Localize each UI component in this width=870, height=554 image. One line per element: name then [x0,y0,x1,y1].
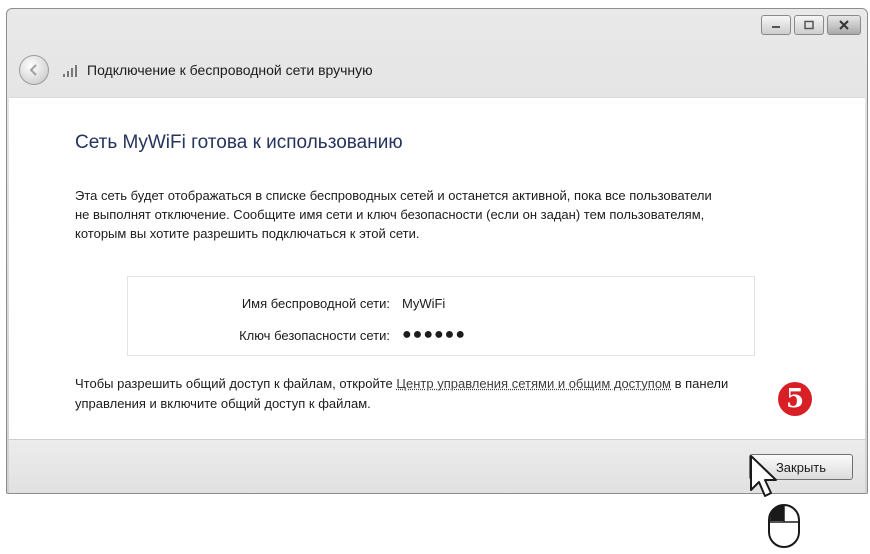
close-window-button[interactable] [827,15,861,35]
dialog-content: Сеть MyWiFi готова к использованию Эта с… [9,97,865,440]
sharing-text-before: Чтобы разрешить общий доступ к файлам, о… [75,376,397,391]
wireless-signal-icon [61,63,81,77]
security-key-row: Ключ безопасности сети: ●●●●●● [128,325,754,347]
button-bar: Закрыть [9,439,865,493]
network-name-row: Имя беспроводной сети: MyWiFi [128,293,754,315]
network-name-value: MyWiFi [402,296,446,311]
mouse-pointer-icon [750,455,777,497]
minimize-icon [772,26,780,28]
network-info-box: Имя беспроводной сети: MyWiFi Ключ безоп… [127,276,755,356]
network-name-label: Имя беспроводной сети: [241,296,390,311]
back-arrow-icon [29,64,37,76]
security-key-label: Ключ безопасности сети: [239,328,390,343]
window-controls [761,15,861,35]
security-key-value: ●●●●●● [402,326,466,343]
dialog-window: Подключение к беспроводной сети вручную … [6,8,868,494]
title-bar: Подключение к беспроводной сети вручную [19,55,373,85]
minimize-button[interactable] [761,15,791,35]
computer-mouse-icon [768,504,800,548]
close-icon [839,20,849,30]
window-title: Подключение к беспроводной сети вручную [87,62,373,78]
maximize-button[interactable] [794,15,824,35]
file-sharing-text: Чтобы разрешить общий доступ к файлам, о… [75,374,735,414]
back-button[interactable] [19,55,49,85]
step-number-badge: 5 [778,382,812,416]
maximize-icon [804,20,814,30]
network-center-link[interactable]: Центр управления сетями и общим доступом [396,376,671,391]
page-heading: Сеть MyWiFi готова к использованию [75,132,403,153]
description-text: Эта сеть будет отображаться в списке бес… [75,188,712,241]
